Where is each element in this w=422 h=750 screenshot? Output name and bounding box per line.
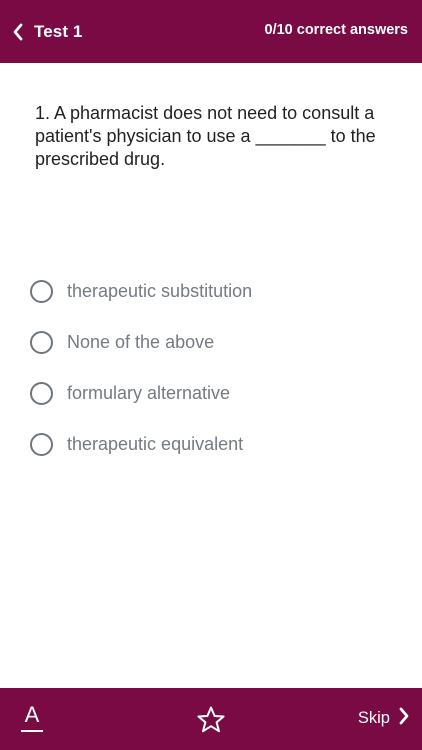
font-size-button[interactable]: A	[19, 703, 45, 735]
option-label: None of the above	[67, 332, 215, 352]
option-label: formulary alternative	[67, 383, 231, 403]
answer-option[interactable]: None of the above	[30, 317, 400, 368]
radio-button[interactable]	[30, 433, 53, 456]
font-underline	[21, 730, 43, 732]
chevron-left-icon	[12, 23, 24, 41]
answer-option[interactable]: therapeutic equivalent	[30, 419, 400, 470]
favorite-button[interactable]	[196, 705, 226, 735]
chevron-right-icon	[398, 707, 410, 730]
bottom-bar: A Skip	[0, 688, 422, 750]
page-title: Test 1	[34, 22, 83, 41]
answer-option[interactable]: formulary alternative	[30, 368, 400, 419]
radio-button[interactable]	[30, 280, 53, 303]
back-button[interactable]: Test 1	[12, 17, 82, 47]
star-outline-icon	[196, 706, 226, 739]
font-size-icon: A	[24, 702, 40, 727]
top-bar: Test 1 0/10 correct answers	[0, 0, 422, 63]
option-label: therapeutic substitution	[67, 281, 253, 301]
question-text: 1. A pharmacist does not need to consult…	[35, 103, 376, 169]
answer-options: therapeutic substitution None of the abo…	[30, 266, 400, 470]
radio-button[interactable]	[30, 331, 53, 354]
skip-button[interactable]: Skip	[358, 707, 410, 730]
option-label: therapeutic equivalent	[67, 434, 244, 454]
radio-button[interactable]	[30, 382, 53, 405]
score-label: 0/10 correct answers	[264, 22, 408, 38]
skip-label: Skip	[357, 709, 390, 727]
answer-option[interactable]: therapeutic substitution	[30, 266, 400, 317]
